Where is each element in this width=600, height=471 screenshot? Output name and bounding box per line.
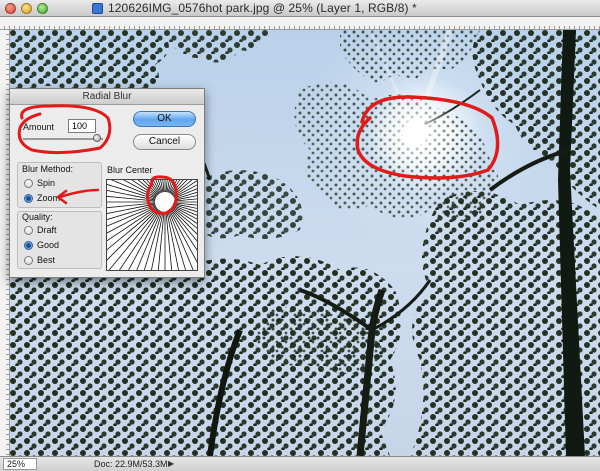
radio-good[interactable]: Good — [24, 239, 59, 251]
zoom-ray — [142, 180, 159, 196]
ruler-horizontal[interactable] — [0, 17, 600, 30]
zoom-ray — [107, 208, 159, 261]
zoom-ray — [107, 183, 156, 200]
radio-zoom[interactable]: Zoom — [24, 192, 60, 204]
radio-button[interactable] — [24, 225, 33, 235]
zoom-rays-preview — [107, 180, 197, 270]
dialog-title: Radial Blur — [82, 91, 132, 102]
radio-label: Good — [37, 240, 60, 250]
zoom-ray — [128, 210, 161, 270]
zoom-ray — [137, 180, 158, 196]
blur-center-preview[interactable] — [106, 179, 198, 271]
radial-blur-dialog: Radial Blur Amount OK Cancel Blur Method… — [9, 88, 205, 278]
blur-center-label: Blur Center — [107, 165, 153, 175]
radio-best[interactable]: Best — [24, 254, 55, 266]
zoom-ray — [171, 209, 197, 242]
amount-input[interactable] — [68, 119, 96, 133]
zoom-ray — [169, 210, 197, 263]
radio-label: Draft — [37, 225, 57, 235]
radio-button[interactable] — [24, 178, 33, 188]
amount-label: Amount — [23, 122, 55, 132]
amount-slider-track[interactable] — [23, 138, 103, 140]
radio-button[interactable] — [24, 193, 33, 203]
status-bar: 25% Doc: 22.9M/53.3M ▶ — [0, 456, 600, 471]
radio-button[interactable] — [24, 255, 33, 265]
ok-button[interactable]: OK — [133, 111, 196, 127]
blur-center-point — [159, 196, 171, 208]
zoom-ray — [136, 211, 162, 270]
window-title: 120626IMG_0576hot park.jpg @ 25% (Layer … — [108, 1, 417, 15]
blur-method-legend: Blur Method: — [22, 164, 74, 174]
document-size-info[interactable]: Doc: 22.9M/53.3M — [94, 459, 168, 469]
document-proxy-icon[interactable] — [92, 3, 103, 14]
radio-label: Zoom — [37, 193, 61, 203]
zoom-ray — [107, 203, 156, 214]
minimize-icon[interactable] — [21, 3, 32, 14]
radio-spin[interactable]: Spin — [24, 177, 55, 189]
close-icon[interactable] — [5, 3, 16, 14]
amount-slider-thumb[interactable] — [93, 134, 101, 142]
triangle-right-icon[interactable]: ▶ — [168, 459, 174, 468]
window-titlebar: 120626IMG_0576hot park.jpg @ 25% (Layer … — [0, 0, 600, 17]
quality-legend: Quality: — [22, 212, 53, 222]
zoom-level-field[interactable]: 25% — [3, 458, 37, 470]
cancel-button[interactable]: Cancel — [133, 134, 196, 150]
dialog-titlebar[interactable]: Radial Blur — [10, 89, 204, 105]
maximize-icon[interactable] — [37, 3, 48, 14]
radio-label: Best — [37, 255, 56, 265]
radio-draft[interactable]: Draft — [24, 224, 57, 236]
radio-button[interactable] — [24, 240, 33, 250]
zoom-ray — [173, 180, 197, 197]
radio-label: Spin — [37, 178, 56, 188]
